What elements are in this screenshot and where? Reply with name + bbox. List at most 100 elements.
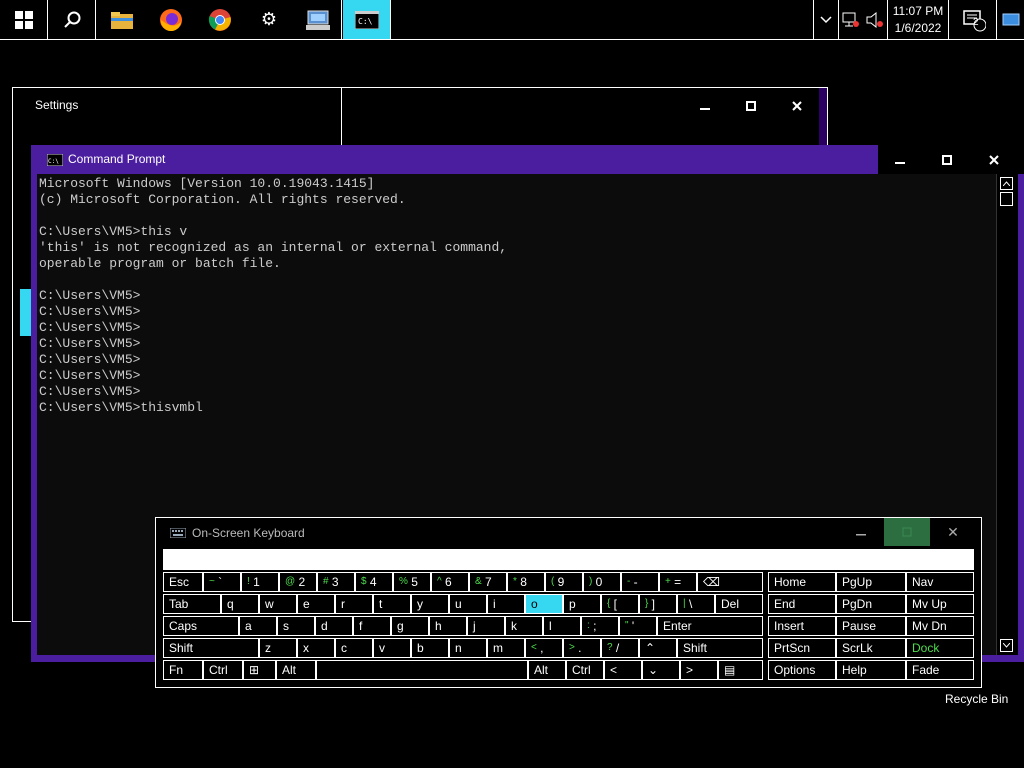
key-pgdn[interactable]: PgDn [836, 594, 906, 614]
key-4[interactable]: $ 4 [355, 572, 393, 592]
key-rctrl[interactable]: Ctrl [566, 660, 604, 680]
key-help[interactable]: Help [836, 660, 906, 680]
key-9[interactable]: ( 9 [545, 572, 583, 592]
key-lctrl[interactable]: Ctrl [203, 660, 243, 680]
key-insert[interactable]: Insert [768, 616, 836, 636]
key-period[interactable]: > . [563, 638, 601, 658]
settings-taskbar-button[interactable]: ⚙ [245, 0, 293, 39]
command-prompt-taskbar-button[interactable]: C:\ [343, 0, 391, 39]
osk-maximize-button[interactable] [884, 518, 930, 546]
key-q[interactable]: q [221, 594, 259, 614]
key-rshift[interactable]: Shift [677, 638, 763, 658]
firefox-button[interactable] [147, 0, 195, 39]
cmd-scrollbar[interactable] [996, 174, 1018, 655]
key-f[interactable]: f [353, 616, 391, 636]
key-up[interactable]: ⌃ [639, 638, 677, 658]
osk-close-button[interactable]: ✕ [930, 518, 976, 546]
key-tilde[interactable]: ~ ` [203, 572, 241, 592]
key-5[interactable]: % 5 [393, 572, 431, 592]
key-p[interactable]: p [563, 594, 601, 614]
key-slash[interactable]: ? / [601, 638, 639, 658]
key-l[interactable]: l [543, 616, 581, 636]
scroll-thumb[interactable] [1000, 192, 1013, 206]
key-enter[interactable]: Enter [657, 616, 763, 636]
key-menu[interactable]: ▤ [718, 660, 763, 680]
key-right[interactable]: > [680, 660, 718, 680]
key-h[interactable]: h [429, 616, 467, 636]
key-b[interactable]: b [411, 638, 449, 658]
settings-close-button[interactable] [775, 91, 819, 121]
key-equals[interactable]: + = [659, 572, 697, 592]
key-end[interactable]: End [768, 594, 836, 614]
key-options[interactable]: Options [768, 660, 836, 680]
key-y[interactable]: y [411, 594, 449, 614]
taskbar-clock[interactable]: 11:07 PM 1/6/2022 [887, 0, 949, 39]
settings-maximize-button[interactable] [729, 91, 773, 121]
key-nav[interactable]: Nav [906, 572, 974, 592]
key-fade[interactable]: Fade [906, 660, 974, 680]
key-6[interactable]: ^ 6 [431, 572, 469, 592]
key-scrlk[interactable]: ScrLk [836, 638, 906, 658]
key-lalt[interactable]: Alt [276, 660, 316, 680]
cmd-minimize-button[interactable] [878, 145, 922, 174]
key-dock[interactable]: Dock [906, 638, 974, 658]
key-3[interactable]: # 3 [317, 572, 355, 592]
key-w[interactable]: w [259, 594, 297, 614]
key-prtscn[interactable]: PrtScn [768, 638, 836, 658]
key-pause[interactable]: Pause [836, 616, 906, 636]
key-j[interactable]: j [467, 616, 505, 636]
key-v[interactable]: v [373, 638, 411, 658]
key-k[interactable]: k [505, 616, 543, 636]
key-7[interactable]: & 7 [469, 572, 507, 592]
file-explorer-button[interactable] [98, 0, 146, 39]
key-backslash[interactable]: | \ [677, 594, 715, 614]
key-tab[interactable]: Tab [163, 594, 221, 614]
key-minus[interactable]: - - [621, 572, 659, 592]
control-panel-button[interactable] [294, 0, 342, 39]
key-n[interactable]: n [449, 638, 487, 658]
key-0[interactable]: ) 0 [583, 572, 621, 592]
key-lbracket[interactable]: { [ [601, 594, 639, 614]
key-z[interactable]: z [259, 638, 297, 658]
key-i[interactable]: i [487, 594, 525, 614]
start-button[interactable] [0, 0, 48, 39]
key-a[interactable]: a [239, 616, 277, 636]
chrome-button[interactable] [196, 0, 244, 39]
key-e[interactable]: e [297, 594, 335, 614]
scroll-up-button[interactable] [1000, 177, 1013, 190]
key-u[interactable]: u [449, 594, 487, 614]
key-fn[interactable]: Fn [163, 660, 203, 680]
key-2[interactable]: @ 2 [279, 572, 317, 592]
key-m[interactable]: m [487, 638, 525, 658]
key-mv-dn[interactable]: Mv Dn [906, 616, 974, 636]
key-backspace[interactable]: ⌫ [697, 572, 763, 592]
key-semicolon[interactable]: : ; [581, 616, 619, 636]
osk-minimize-button[interactable] [838, 518, 884, 546]
key-o[interactable]: o [525, 594, 563, 614]
search-button[interactable] [48, 0, 96, 39]
key-comma[interactable]: < , [525, 638, 563, 658]
key-d[interactable]: d [315, 616, 353, 636]
show-desktop-button[interactable] [996, 0, 1024, 39]
key-1[interactable]: ! 1 [241, 572, 279, 592]
key-c[interactable]: c [335, 638, 373, 658]
key-mv-up[interactable]: Mv Up [906, 594, 974, 614]
key-lshift[interactable]: Shift [163, 638, 259, 658]
show-hidden-icons-button[interactable] [813, 0, 838, 39]
key-left[interactable]: < [604, 660, 642, 680]
cmd-maximize-button[interactable] [925, 145, 969, 174]
key-quote[interactable]: " ' [619, 616, 657, 636]
key-g[interactable]: g [391, 616, 429, 636]
action-center-button[interactable]: 2 [952, 0, 996, 39]
cmd-close-button[interactable] [972, 145, 1016, 174]
key-del[interactable]: Del [715, 594, 763, 614]
key-down[interactable]: ⌄ [642, 660, 680, 680]
key-esc[interactable]: Esc [163, 572, 203, 592]
key-home[interactable]: Home [768, 572, 836, 592]
key-pgup[interactable]: PgUp [836, 572, 906, 592]
key-ralt[interactable]: Alt [528, 660, 566, 680]
key-win[interactable]: ⊞ [243, 660, 276, 680]
key-space[interactable] [316, 660, 528, 680]
key-r[interactable]: r [335, 594, 373, 614]
key-rbracket[interactable]: } ] [639, 594, 677, 614]
